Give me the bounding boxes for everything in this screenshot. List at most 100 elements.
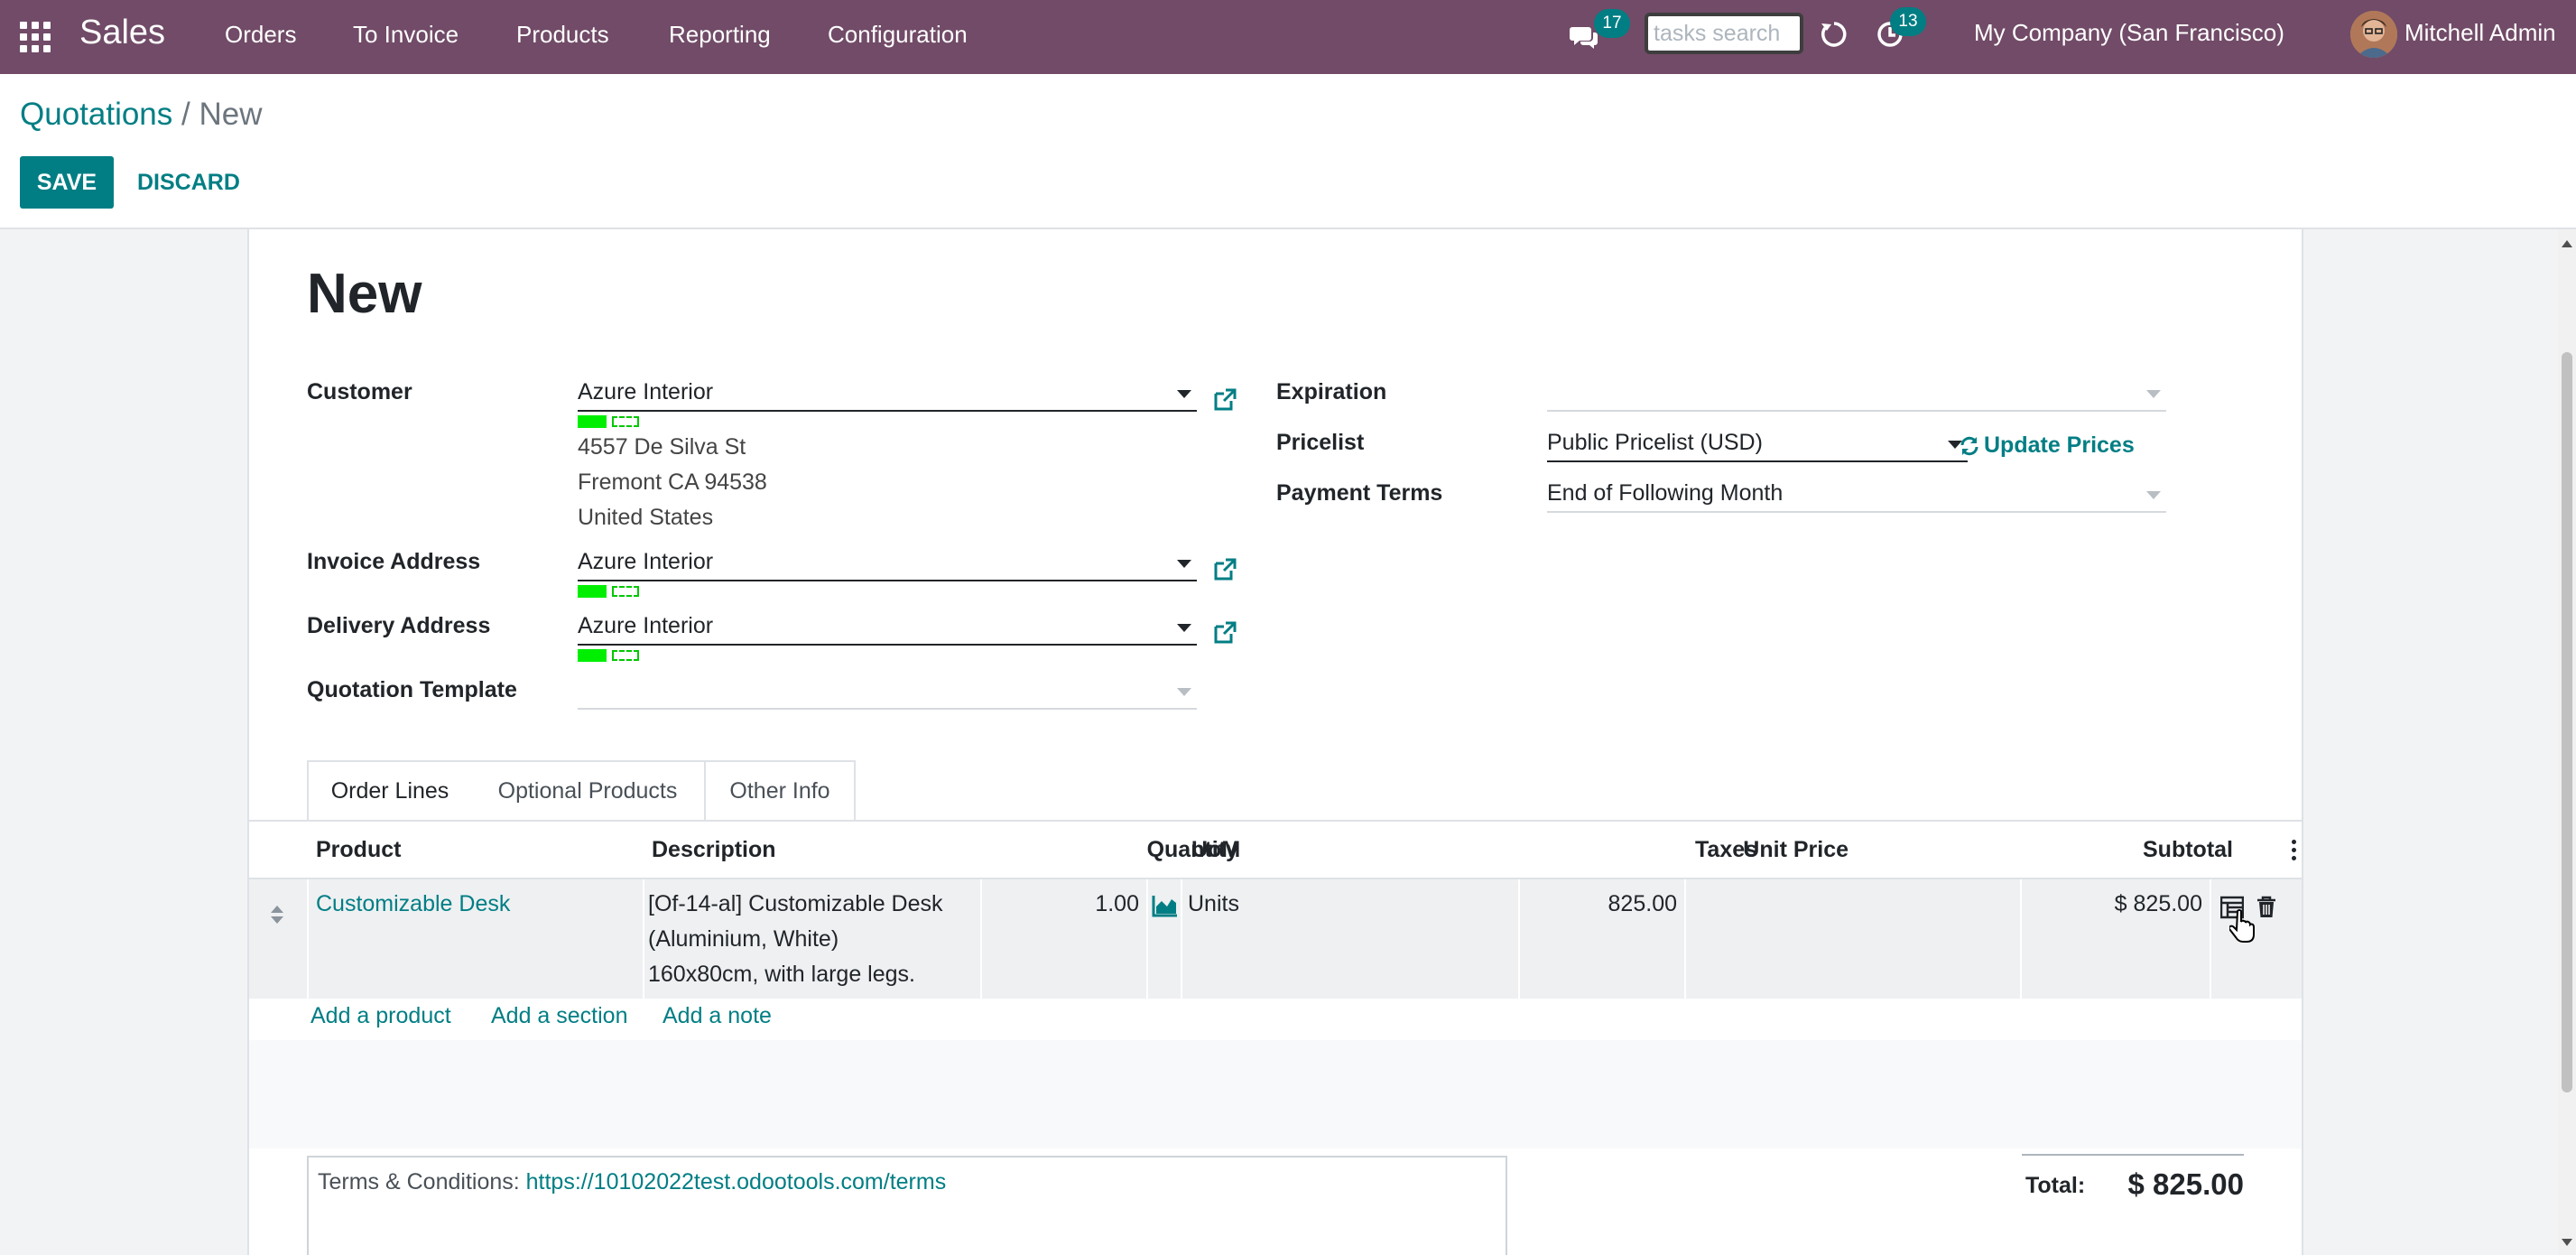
customer-address-country: United States — [578, 505, 714, 530]
scroll-thumb[interactable] — [2562, 352, 2572, 1092]
add-note-link[interactable]: Add a note — [663, 1002, 772, 1029]
empty-rows-area — [249, 1040, 2302, 1148]
menu-products[interactable]: Products — [516, 21, 609, 48]
pricelist-field[interactable]: Public Pricelist (USD) — [1547, 426, 1968, 462]
product-cell[interactable]: Customizable Desk — [309, 879, 644, 999]
forecast-cell[interactable] — [1148, 879, 1182, 999]
add-product-link[interactable]: Add a product — [310, 1002, 451, 1029]
taxes-cell[interactable] — [1686, 879, 2022, 999]
menu-configuration[interactable]: Configuration — [828, 21, 968, 48]
customer-value: Azure Interior — [578, 379, 714, 404]
breadcrumb-separator: / — [181, 97, 190, 132]
table-row[interactable]: Customizable Desk [Of-14-al] Customizabl… — [249, 879, 2302, 999]
optional-columns-icon[interactable] — [2289, 838, 2298, 863]
hand-cursor-icon — [2229, 909, 2255, 943]
row-handle-cell — [249, 879, 309, 999]
customer-field[interactable]: Azure Interior — [578, 376, 1197, 412]
save-button[interactable]: SAVE — [20, 156, 114, 209]
tab-other-info[interactable]: Other Info — [704, 760, 856, 820]
drag-handle-icon[interactable] — [269, 905, 285, 925]
field-marker — [578, 415, 643, 428]
breadcrumb-current: New — [199, 97, 263, 132]
uom-cell[interactable]: Units — [1182, 879, 1520, 999]
forecast-chart-icon[interactable] — [1152, 894, 1179, 917]
chat-count-badge: 17 — [1594, 9, 1630, 38]
field-marker — [578, 649, 643, 662]
product-name[interactable]: Customizable Desk — [316, 887, 510, 921]
menu-to-invoice[interactable]: To Invoice — [353, 21, 459, 48]
column-header-subtotal[interactable]: Subtotal — [2099, 836, 2233, 863]
payment-terms-label: Payment Terms — [1276, 480, 1443, 506]
external-link-icon[interactable] — [1211, 619, 1238, 646]
column-header-description[interactable]: Description — [652, 836, 776, 863]
order-lines-header: Product Description Quantity UoM Unit Pr… — [249, 822, 2302, 879]
quotation-template-field[interactable] — [578, 674, 1197, 710]
unit-price-cell[interactable]: 825.00 — [1520, 879, 1686, 999]
uom-value: Units — [1188, 891, 1239, 916]
subtotal-cell: $ 825.00 — [2022, 879, 2211, 999]
update-prices-button[interactable]: Update Prices — [1960, 432, 2135, 459]
customer-label: Customer — [307, 379, 412, 404]
chevron-down-icon — [1177, 560, 1191, 568]
invoice-address-value: Azure Interior — [578, 549, 714, 574]
total-divider — [2022, 1154, 2244, 1156]
terms-prefix: Terms & Conditions: — [318, 1169, 526, 1195]
pricelist-value: Public Pricelist (USD) — [1547, 430, 1763, 455]
column-header-uom[interactable]: UoM — [1191, 836, 1240, 863]
description-line-1: [Of-14-al] Customizable Desk — [648, 891, 943, 916]
page-scrollbar[interactable] — [2558, 229, 2576, 1255]
scroll-down-icon[interactable] — [2562, 1239, 2572, 1246]
terms-link[interactable]: https://10102022test.odootools.com/terms — [526, 1169, 947, 1195]
top-navbar: Sales Orders To Invoice Products Reporti… — [0, 0, 2576, 74]
customer-address-street: 4557 De Silva St — [578, 434, 746, 460]
breadcrumb: Quotations / New — [20, 97, 263, 133]
description-cell[interactable]: [Of-14-al] Customizable Desk (Aluminium,… — [644, 879, 982, 999]
quantity-cell[interactable]: 1.00 — [982, 879, 1148, 999]
invoice-address-field[interactable]: Azure Interior — [578, 545, 1197, 581]
update-prices-label: Update Prices — [1984, 432, 2135, 458]
expiration-field[interactable] — [1547, 376, 2166, 412]
chevron-down-icon — [1177, 688, 1191, 696]
menu-orders[interactable]: Orders — [225, 21, 296, 48]
column-header-product[interactable]: Product — [316, 836, 401, 863]
sync-prices-icon — [1960, 436, 1978, 456]
tasks-search-input[interactable]: tasks search — [1645, 13, 1803, 54]
chevron-down-icon — [1177, 390, 1191, 398]
add-section-link[interactable]: Add a section — [491, 1002, 628, 1029]
total-label: Total: — [2025, 1173, 2086, 1198]
user-menu[interactable]: Mitchell Admin — [2405, 19, 2556, 46]
apps-grid-icon[interactable] — [18, 20, 52, 54]
tab-order-lines[interactable]: Order Lines — [307, 760, 473, 822]
discard-button[interactable]: DISCARD — [137, 156, 240, 209]
external-link-icon[interactable] — [1211, 386, 1238, 414]
delivery-address-value: Azure Interior — [578, 613, 714, 638]
user-avatar[interactable] — [2350, 11, 2397, 58]
row-actions-cell — [2211, 879, 2302, 999]
field-marker — [578, 585, 643, 598]
app-name[interactable]: Sales — [79, 14, 165, 51]
invoice-address-label: Invoice Address — [307, 549, 481, 574]
chevron-down-icon — [2146, 390, 2161, 398]
form-sheet: New Customer Azure Interior 4557 De Silv… — [247, 229, 2303, 1255]
delivery-address-label: Delivery Address — [307, 613, 491, 638]
pricelist-label: Pricelist — [1276, 430, 1365, 455]
breadcrumb-quotations-link[interactable]: Quotations — [20, 97, 172, 132]
record-title: New — [307, 263, 422, 325]
terms-and-conditions-field[interactable]: Terms & Conditions: https://10102022test… — [307, 1156, 1507, 1255]
delivery-address-field[interactable]: Azure Interior — [578, 609, 1197, 646]
refresh-icon[interactable] — [1818, 18, 1850, 51]
unit-price-value: 825.00 — [1608, 891, 1677, 916]
chevron-down-icon — [1177, 624, 1191, 632]
menu-reporting[interactable]: Reporting — [669, 21, 771, 48]
subtotal-value: $ 825.00 — [2114, 891, 2202, 916]
company-switcher[interactable]: My Company (San Francisco) — [1974, 19, 2284, 46]
tab-optional-products[interactable]: Optional Products — [471, 760, 706, 820]
payment-terms-field[interactable]: End of Following Month — [1547, 477, 2166, 513]
scroll-up-icon[interactable] — [2562, 240, 2572, 247]
column-header-taxes[interactable]: Taxes — [1695, 836, 1757, 863]
external-link-icon[interactable] — [1211, 556, 1238, 583]
activity-count-badge: 13 — [1890, 7, 1926, 36]
customer-address-city: Fremont CA 94538 — [578, 469, 767, 495]
chevron-down-icon — [2146, 491, 2161, 499]
trash-icon[interactable] — [2256, 896, 2276, 919]
